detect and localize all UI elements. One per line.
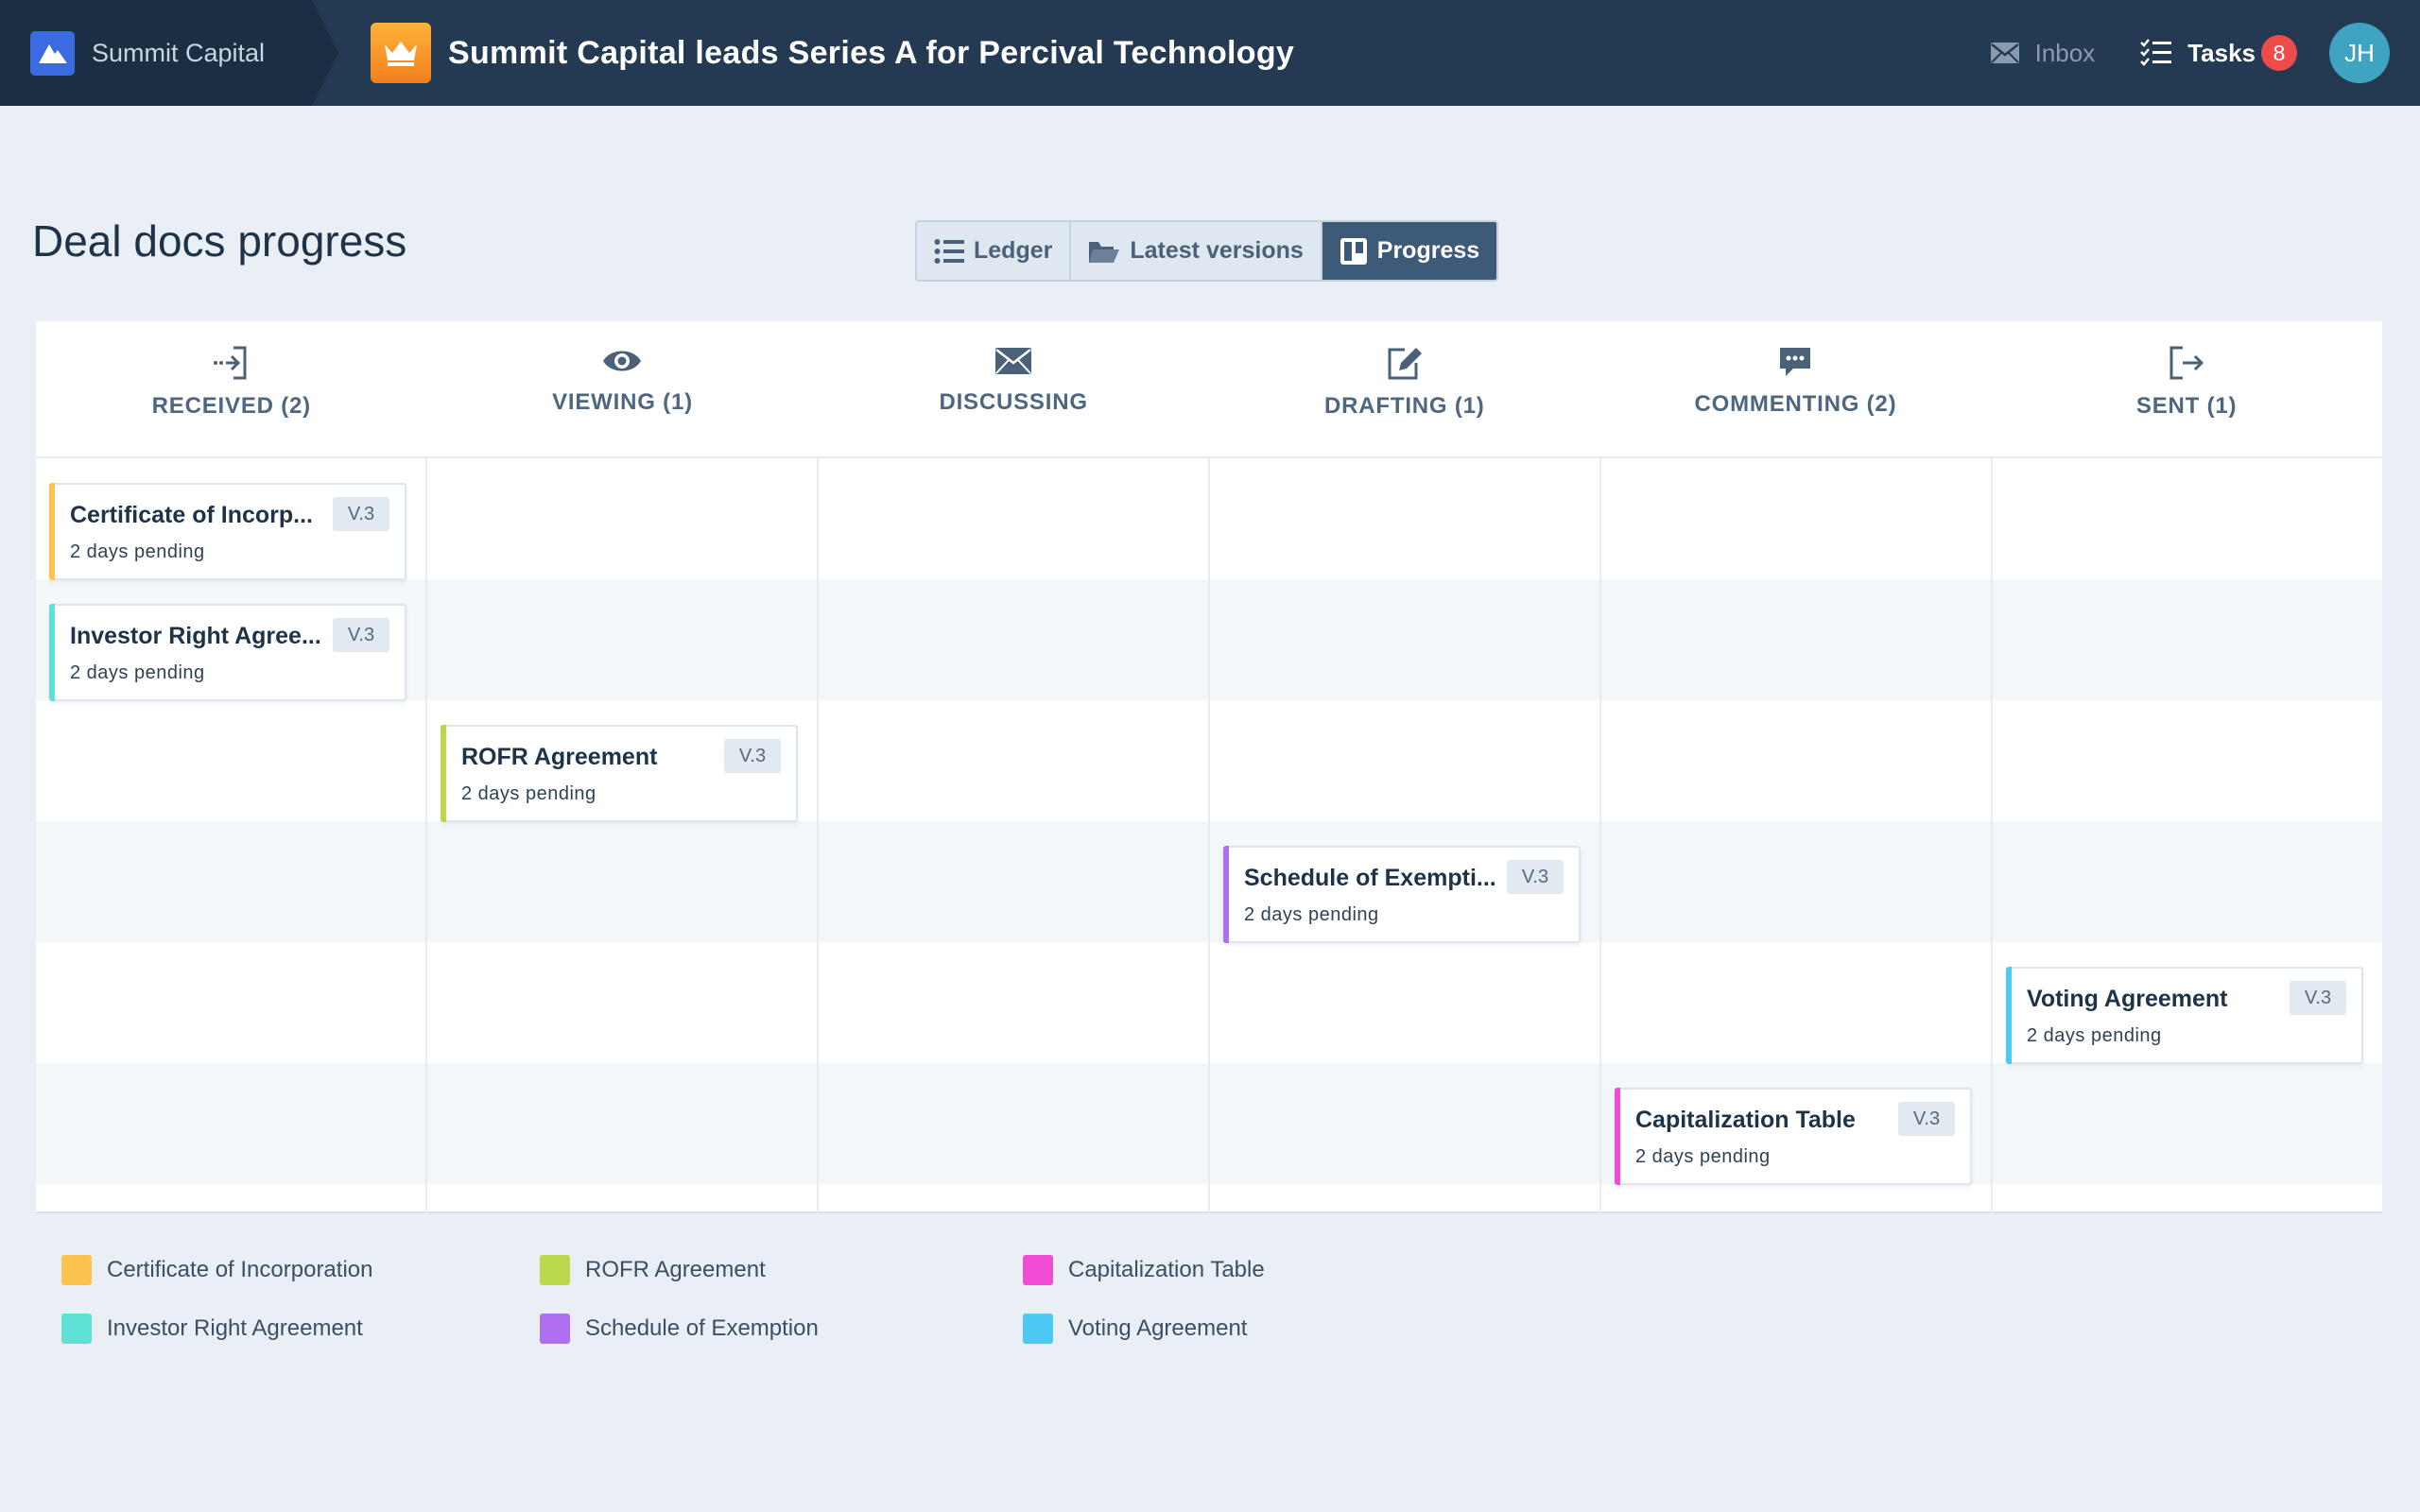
column-divider: [425, 458, 427, 1213]
card-status: 2 days pending: [2027, 1025, 2162, 1046]
version-badge: V.3: [1898, 1102, 1955, 1136]
doc-card[interactable]: ROFR Agreement 2 days pending V.3: [441, 725, 798, 822]
stage-discussing-label: DISCUSSING: [939, 389, 1088, 415]
card-color-stripe: [1223, 846, 1229, 943]
doc-card[interactable]: Schedule of Exempti... 2 days pending V.…: [1223, 846, 1581, 943]
legend-label: Capitalization Table: [1068, 1257, 1265, 1282]
legend-swatch: [1023, 1255, 1053, 1285]
legend-swatch: [61, 1314, 92, 1344]
version-badge: V.3: [2290, 981, 2346, 1015]
view-latest-versions-button[interactable]: Latest versions: [1071, 222, 1322, 280]
card-status: 2 days pending: [70, 541, 205, 562]
view-ledger-button[interactable]: Ledger: [917, 222, 1072, 280]
card-title: Capitalization Table: [1635, 1107, 1856, 1133]
top-bar: Summit Capital Summit Capital leads Seri…: [0, 0, 2420, 106]
card-status: 2 days pending: [70, 662, 205, 683]
doc-card[interactable]: Certificate of Incorp... 2 days pending …: [49, 483, 406, 580]
column-divider: [1991, 458, 1993, 1213]
version-badge: V.3: [333, 618, 389, 652]
card-title: Voting Agreement: [2027, 986, 2228, 1012]
legend-swatch: [540, 1255, 570, 1285]
doc-card[interactable]: Voting Agreement 2 days pending V.3: [2006, 967, 2363, 1064]
legend-item: Certificate of Incorporation: [61, 1255, 372, 1285]
legend-label: Voting Agreement: [1068, 1315, 1248, 1341]
sign-out-icon: [2169, 346, 2204, 380]
stage-drafting-label: DRAFTING (1): [1324, 393, 1485, 419]
stage-received[interactable]: RECEIVED (2): [36, 321, 427, 458]
stage-commenting[interactable]: COMMENTING (2): [1600, 321, 1992, 458]
tasks-count-badge: 8: [2261, 35, 2297, 71]
task-list-icon: [2140, 39, 2172, 66]
comment-icon: [1780, 348, 1811, 376]
view-ledger-label: Ledger: [974, 237, 1053, 264]
card-title: Investor Right Agree...: [70, 623, 321, 649]
doc-card[interactable]: Investor Right Agree... 2 days pending V…: [49, 604, 406, 701]
stage-commenting-label: COMMENTING (2): [1694, 391, 1897, 417]
legend-item: Capitalization Table: [1023, 1255, 1265, 1285]
card-color-stripe: [49, 483, 55, 580]
legend-item: Voting Agreement: [1023, 1314, 1247, 1344]
mail-icon: [1990, 43, 2019, 63]
card-status: 2 days pending: [1244, 904, 1379, 925]
stage-sent-label: SENT (1): [2135, 393, 2238, 419]
doc-card[interactable]: Capitalization Table 2 days pending V.3: [1615, 1088, 1972, 1185]
deal-crown-icon: [371, 23, 431, 83]
version-badge: V.3: [724, 739, 781, 773]
sign-in-icon: [213, 346, 247, 380]
legend-label: Certificate of Incorporation: [107, 1257, 373, 1282]
eye-icon: [603, 351, 642, 371]
board-icon: [1340, 237, 1367, 265]
card-color-stripe: [441, 725, 446, 822]
stage-received-label: RECEIVED (2): [151, 393, 311, 419]
legend-item: Schedule of Exemption: [540, 1314, 819, 1344]
card-title: ROFR Agreement: [461, 744, 658, 770]
version-badge: V.3: [333, 497, 389, 531]
envelope-icon: [995, 348, 1032, 374]
view-switcher: Ledger Latest versions Progress: [915, 220, 1499, 282]
tasks-label: Tasks: [2187, 38, 2256, 67]
inbox-label: Inbox: [2034, 38, 2096, 67]
card-color-stripe: [1615, 1088, 1620, 1185]
edit-icon: [1388, 348, 1422, 380]
legend-label: Investor Right Agreement: [107, 1315, 363, 1341]
view-progress-button[interactable]: Progress: [1322, 222, 1497, 280]
version-badge: V.3: [1507, 860, 1564, 894]
org-logo-icon: [30, 30, 75, 76]
column-divider: [1599, 458, 1601, 1213]
card-status: 2 days pending: [1635, 1146, 1771, 1167]
legend-item: Investor Right Agreement: [61, 1314, 363, 1344]
stage-viewing-label: VIEWING (1): [552, 389, 693, 415]
legend-label: Schedule of Exemption: [585, 1315, 819, 1341]
stage-sent[interactable]: SENT (1): [1991, 321, 2382, 458]
legend-item: ROFR Agreement: [540, 1255, 766, 1285]
folder-open-icon: [1089, 241, 1120, 263]
legend-label: ROFR Agreement: [585, 1257, 766, 1282]
user-avatar[interactable]: JH: [2329, 23, 2390, 83]
page-title: Deal docs progress: [32, 216, 407, 266]
stage-drafting[interactable]: DRAFTING (1): [1209, 321, 1600, 458]
stage-header-row: RECEIVED (2) VIEWING (1) DISCUSSING DRAF…: [36, 321, 2382, 458]
card-color-stripe: [49, 604, 55, 701]
progress-board: RECEIVED (2) VIEWING (1) DISCUSSING DRAF…: [36, 321, 2382, 1213]
list-icon: [934, 238, 964, 264]
tasks-link[interactable]: Tasks 8: [2140, 35, 2297, 71]
card-title: Schedule of Exempti...: [1244, 865, 1496, 891]
card-title: Certificate of Incorp...: [70, 502, 313, 528]
stage-viewing[interactable]: VIEWING (1): [427, 321, 819, 458]
view-latest-versions-label: Latest versions: [1130, 237, 1304, 264]
org-switcher[interactable]: Summit Capital: [0, 0, 338, 106]
deal-title: Summit Capital leads Series A for Perciv…: [448, 34, 1295, 71]
inbox-link[interactable]: Inbox: [1990, 38, 2096, 68]
org-name: Summit Capital: [92, 38, 266, 67]
column-divider: [817, 458, 819, 1213]
legend-swatch: [61, 1255, 92, 1285]
legend-swatch: [1023, 1314, 1053, 1344]
view-progress-label: Progress: [1376, 237, 1480, 264]
stage-discussing[interactable]: DISCUSSING: [818, 321, 1209, 458]
legend-swatch: [540, 1314, 570, 1344]
card-status: 2 days pending: [461, 783, 596, 804]
column-divider: [1208, 458, 1210, 1213]
card-color-stripe: [2006, 967, 2012, 1064]
